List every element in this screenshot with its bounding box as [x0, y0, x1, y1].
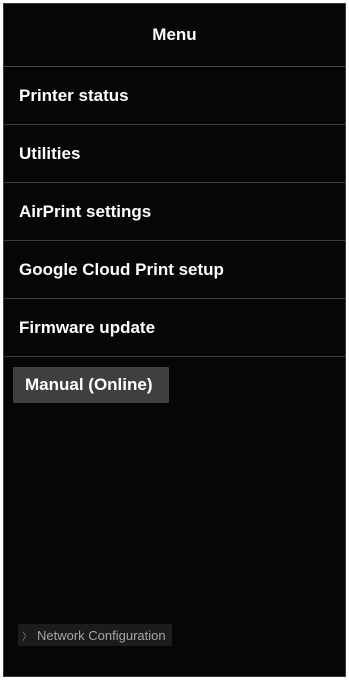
menu-title: Menu: [4, 4, 345, 67]
chevron-right-icon: 〉: [22, 631, 32, 643]
network-configuration-label: Network Configuration: [37, 627, 166, 643]
menu-item-utilities[interactable]: Utilities: [4, 125, 345, 183]
network-configuration-link[interactable]: 〉 Network Configuration: [18, 624, 172, 646]
manual-button-container: Manual (Online): [4, 357, 345, 403]
menu-item-printer-status[interactable]: Printer status: [4, 67, 345, 125]
menu-item-airprint-settings[interactable]: AirPrint settings: [4, 183, 345, 241]
menu-item-google-cloud-print-setup[interactable]: Google Cloud Print setup: [4, 241, 345, 299]
menu-list: Printer status Utilities AirPrint settin…: [4, 67, 345, 357]
menu-screen: Menu Printer status Utilities AirPrint s…: [3, 3, 346, 677]
manual-online-button[interactable]: Manual (Online): [13, 367, 169, 403]
menu-item-firmware-update[interactable]: Firmware update: [4, 299, 345, 357]
